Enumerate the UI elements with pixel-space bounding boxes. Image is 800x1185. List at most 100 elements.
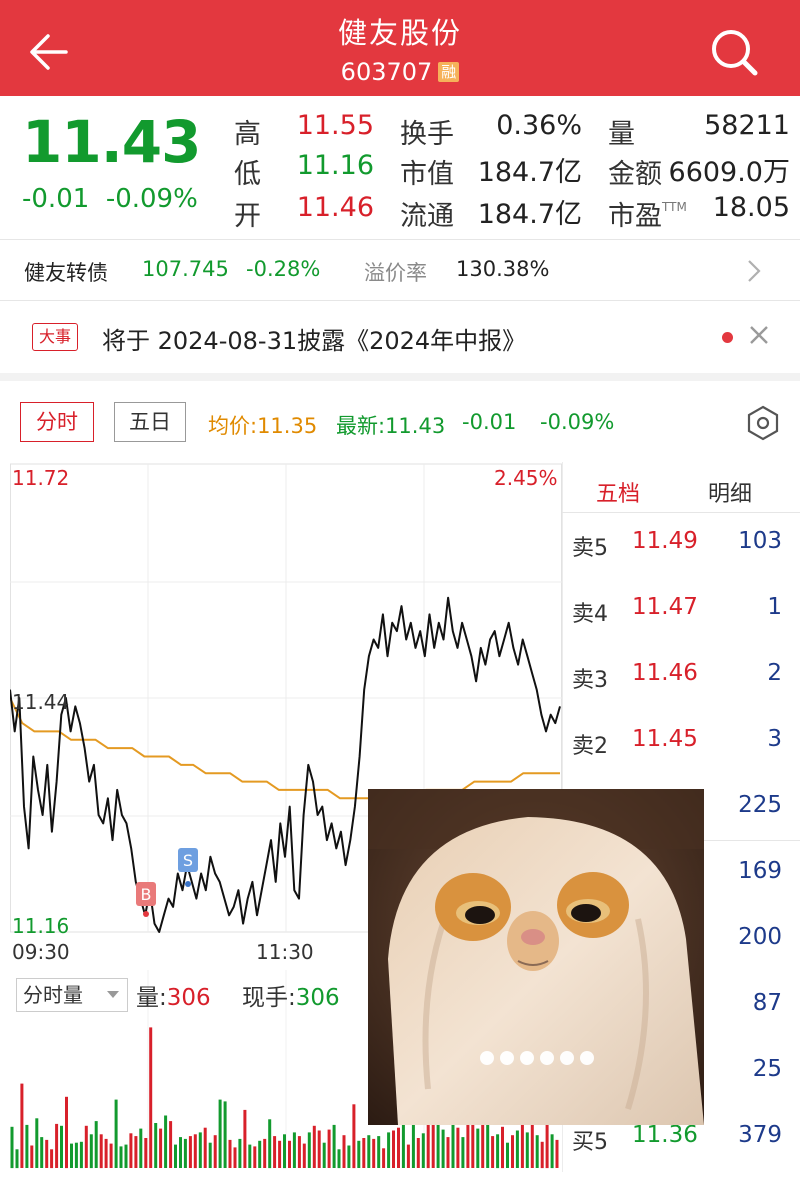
volume-bar — [347, 1145, 351, 1168]
volume-bar — [288, 1140, 291, 1168]
current-hand-value: 306 — [295, 985, 340, 1011]
stat-value-market-cap: 184.7亿 — [477, 157, 582, 188]
stat-value-turnover: 0.36% — [496, 110, 582, 141]
unread-dot-icon — [722, 332, 733, 343]
volume-bar — [30, 1145, 34, 1168]
volume-bar — [114, 1099, 118, 1168]
volume-bar — [357, 1140, 361, 1168]
bond-name: 健友转债 — [24, 261, 108, 285]
volume-bar — [302, 1143, 306, 1168]
volume-bar — [74, 1142, 78, 1168]
order-level-price: 11.49 — [632, 528, 698, 554]
order-level-volume: 379 — [738, 1122, 782, 1148]
sell-marker-label: S — [183, 851, 193, 870]
close-icon[interactable] — [748, 319, 770, 356]
stat-value-float-cap: 184.7亿 — [477, 199, 582, 230]
event-notice-row[interactable]: 大事 将于 2024-08-31披露《2024年中报》 — [0, 301, 800, 373]
x-axis-start: 09:30 — [12, 940, 70, 964]
hexagon-settings-icon[interactable] — [744, 404, 782, 442]
order-level-volume: 103 — [738, 528, 782, 554]
current-hand-readout: 现手:306 — [242, 985, 340, 1011]
volume-bar — [104, 1138, 108, 1168]
sell-marker-dot — [185, 881, 191, 887]
y-axis-high: 11.72 — [12, 466, 70, 490]
stat-value-open: 11.46 — [296, 192, 374, 223]
volume-bar — [446, 1137, 450, 1168]
volume-bar — [203, 1127, 207, 1168]
volume-mode-dropdown[interactable]: 分时量 — [16, 978, 128, 1012]
volume-bar — [174, 1144, 177, 1168]
order-level-volume: 1 — [767, 594, 782, 620]
volume-bar — [278, 1140, 282, 1168]
stat-label-float-cap: 流通 — [400, 201, 454, 232]
floating-image-overlay[interactable] — [368, 789, 704, 1125]
volume-bar — [268, 1119, 272, 1169]
volume-bar — [60, 1125, 63, 1168]
volume-bar — [25, 1124, 29, 1168]
stat-label-market-cap: 市值 — [400, 159, 454, 190]
overlay-page-indicator — [480, 1050, 600, 1069]
volume-bar — [476, 1128, 480, 1168]
bond-price: 107.745 — [142, 257, 229, 281]
divider — [562, 512, 800, 513]
page-dot — [480, 1051, 494, 1065]
stat-value-low: 11.16 — [296, 150, 374, 181]
volume-bar — [243, 1109, 247, 1168]
volume-bar — [362, 1138, 366, 1168]
volume-bar — [496, 1134, 500, 1169]
volume-bar — [159, 1128, 163, 1168]
volume-bar — [342, 1135, 346, 1168]
price-change: -0.01 -0.09% — [22, 184, 198, 214]
volume-bar — [183, 1138, 187, 1168]
volume-bar — [144, 1138, 148, 1168]
volume-bar — [188, 1136, 192, 1168]
volume-bar — [307, 1132, 311, 1168]
latest-change: -0.01 — [462, 410, 517, 434]
order-level-volume: 87 — [752, 990, 782, 1016]
tab-five-levels[interactable]: 五档 — [596, 476, 640, 508]
volume-bar — [238, 1138, 242, 1168]
tab-five-day[interactable]: 五日 — [114, 402, 186, 442]
order-level-label: 卖2 — [572, 734, 608, 759]
volume-bar — [84, 1125, 88, 1168]
volume-mode-label: 分时量 — [23, 983, 83, 1007]
stock-code-row: 603707 融 — [0, 58, 800, 86]
volume-bar — [10, 1126, 14, 1169]
order-level-price: 11.47 — [632, 594, 698, 620]
volume-bar — [223, 1101, 227, 1168]
volume-bar — [491, 1136, 495, 1168]
tab-intraday[interactable]: 分时 — [20, 402, 94, 442]
stat-label-high: 高 — [234, 119, 261, 150]
tab-trade-details[interactable]: 明细 — [708, 476, 752, 508]
volume-bar — [228, 1139, 232, 1168]
volume-bar — [317, 1130, 321, 1168]
volume-bar — [501, 1126, 504, 1169]
volume-bar — [540, 1141, 544, 1169]
volume-bar — [511, 1135, 514, 1168]
volume-readout-value: 306 — [166, 985, 211, 1011]
volume-bar — [263, 1138, 267, 1168]
stat-label-open: 开 — [234, 201, 261, 232]
volume-bar — [134, 1136, 138, 1168]
volume-bar — [456, 1127, 460, 1168]
search-icon[interactable] — [700, 22, 766, 82]
stat-label-turnover: 换手 — [400, 119, 454, 150]
volume-bar — [169, 1121, 173, 1168]
volume-bar — [218, 1099, 222, 1168]
volume-bar — [94, 1121, 98, 1168]
convertible-bond-row[interactable]: 健友转债 107.745 -0.28% 溢价率 130.38% — [0, 240, 800, 300]
volume-bar — [431, 1120, 435, 1168]
volume-bar — [40, 1137, 44, 1168]
premium-value: 130.38% — [456, 257, 550, 281]
stat-label-low: 低 — [234, 159, 261, 190]
volume-bar — [20, 1083, 24, 1168]
volume-bar — [15, 1149, 19, 1169]
order-level-volume: 2 — [767, 660, 782, 686]
volume-bar — [332, 1124, 336, 1168]
volume-bar — [149, 1027, 153, 1168]
volume-bar — [89, 1134, 93, 1169]
app-header: 健友股份 603707 融 — [0, 0, 800, 96]
volume-bar — [258, 1140, 262, 1168]
order-level-label: 卖5 — [572, 536, 608, 561]
volume-bar — [292, 1132, 296, 1168]
